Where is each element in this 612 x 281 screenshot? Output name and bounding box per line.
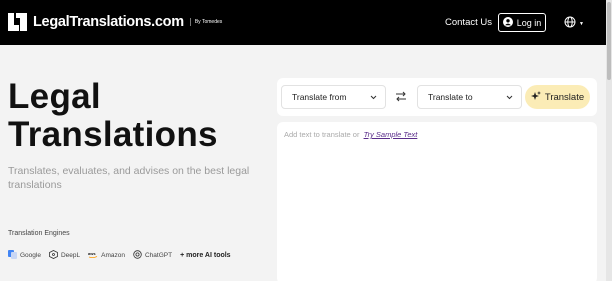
engine-google-label: Google [20, 252, 41, 259]
page-title-line1: Legal [8, 77, 101, 116]
translate-from-label: Translate from [292, 92, 347, 102]
openai-icon [133, 250, 142, 261]
engine-amazon: aws Amazon [88, 250, 125, 261]
engines-label: Translation Engines [8, 230, 70, 237]
aws-icon: aws [88, 250, 98, 261]
language-selector[interactable]: ▼ [564, 15, 584, 33]
chevron-down-icon [370, 92, 377, 102]
translate-to-label: Translate to [428, 92, 473, 102]
chevron-down-icon: ▼ [579, 21, 584, 27]
translator-controls: Translate from Translate to Translate [277, 78, 597, 116]
logo[interactable]: LegalTranslations.com By Tomedes [8, 13, 222, 31]
svg-text:aws: aws [88, 251, 96, 256]
engines-list: Google DeepL aws Amazon ChatGPT + more A… [8, 250, 231, 261]
sparkle-icon [530, 90, 541, 104]
translate-to-select[interactable]: Translate to [417, 85, 522, 109]
page-title: Legal Translations [8, 78, 218, 154]
google-translate-icon [8, 250, 17, 261]
logo-mark-icon [8, 13, 29, 31]
chevron-down-icon [506, 92, 513, 102]
try-sample-text-link[interactable]: Try Sample Text [364, 130, 418, 139]
swap-languages-icon[interactable] [395, 91, 407, 105]
engine-chatgpt-label: ChatGPT [144, 252, 173, 259]
deepl-icon [49, 250, 58, 261]
globe-icon [564, 15, 576, 33]
logo-subtitle: By Tomedes [189, 18, 222, 26]
source-text-placeholder: Add text to translate or Try Sample Text [284, 130, 417, 139]
login-label: Log in [516, 17, 542, 28]
top-nav: LegalTranslations.com By Tomedes Contact… [0, 0, 606, 45]
engine-deepl: DeepL [49, 250, 80, 261]
source-text-input[interactable]: Add text to translate or Try Sample Text [277, 122, 597, 281]
translate-button-label: Translate [544, 91, 585, 103]
engine-chatgpt: ChatGPT [133, 250, 172, 261]
engine-amazon-label: Amazon [101, 252, 125, 259]
more-ai-tools-link[interactable]: + more AI tools [180, 252, 231, 259]
translate-button[interactable]: Translate [525, 85, 590, 109]
login-button[interactable]: Log in [498, 13, 546, 32]
placeholder-text: Add text to translate or [284, 130, 360, 139]
page-subtitle: Translates, evaluates, and advises on th… [8, 165, 250, 191]
scrollbar-thumb[interactable] [607, 2, 611, 80]
page-title-line2: Translations [8, 115, 218, 154]
user-icon [502, 16, 513, 29]
engine-google: Google [8, 250, 41, 261]
logo-text: LegalTranslations.com [33, 14, 184, 30]
contact-us-link[interactable]: Contact Us [445, 17, 492, 28]
engine-deepl-label: DeepL [60, 252, 81, 259]
translate-from-select[interactable]: Translate from [281, 85, 386, 109]
